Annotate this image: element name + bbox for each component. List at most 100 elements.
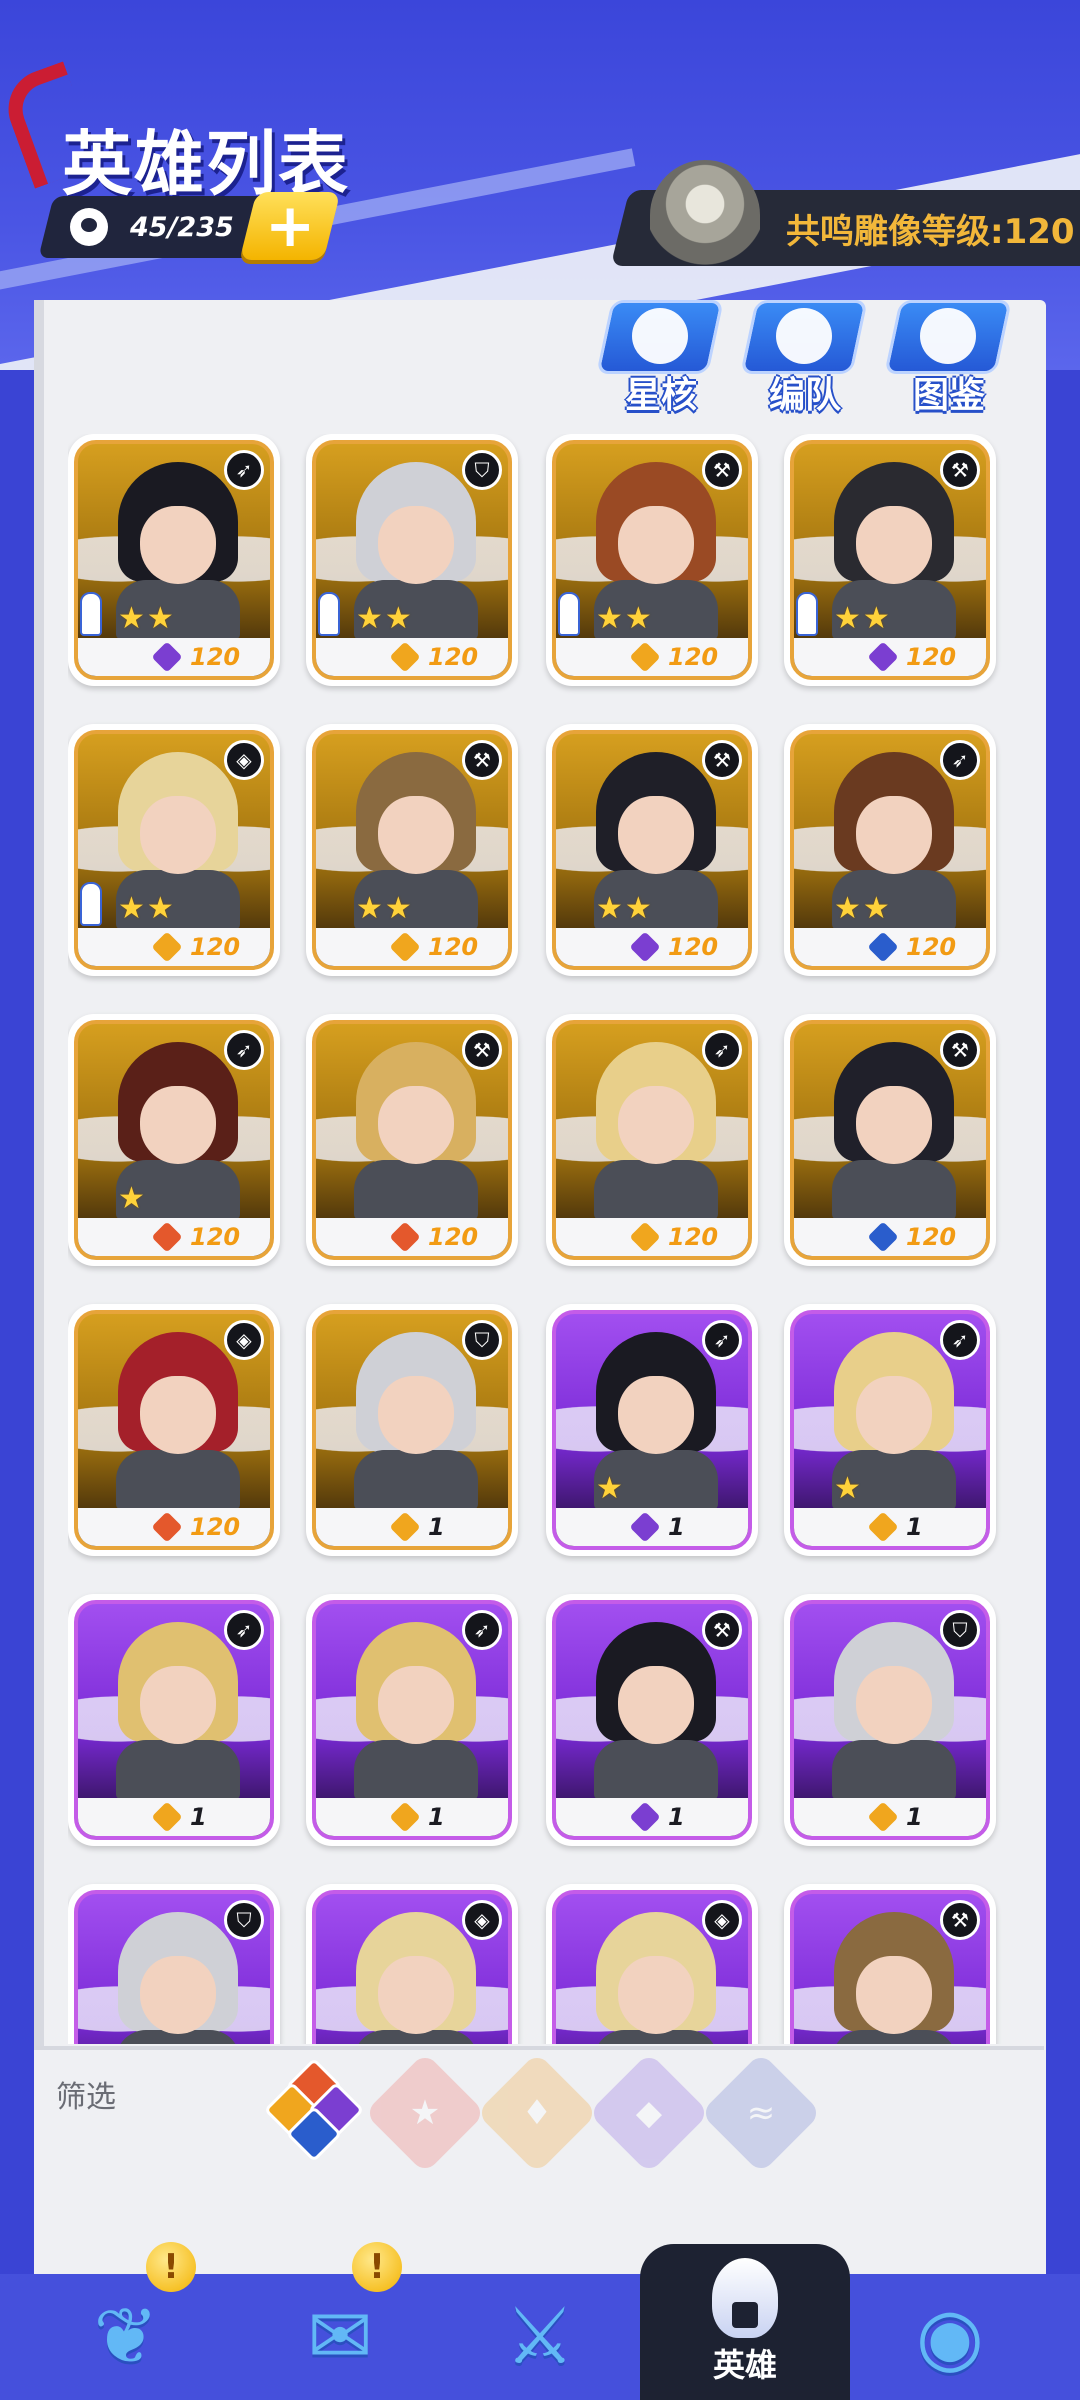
hero-card[interactable]: ➶ ★ ★ 120 — [784, 724, 996, 976]
nav-stone[interactable]: ◉ — [860, 2274, 1040, 2400]
hero-stars: ★ ★ — [356, 894, 412, 924]
hero-card[interactable]: ➶ ★ 1 — [546, 1304, 758, 1556]
helmet-icon — [712, 2258, 778, 2338]
hero-portrait-frame: ⚒ ★ ★ 120 — [552, 730, 752, 970]
hero-level: 1 — [906, 1803, 923, 1831]
statue-icon[interactable] — [650, 160, 760, 270]
hero-card[interactable]: ⚒ ★ ★ 120 — [306, 724, 518, 976]
hero-face — [140, 796, 216, 874]
hero-armor — [354, 1160, 478, 1220]
gold-element-icon — [151, 931, 183, 963]
star-core-button[interactable]: 星核 — [596, 300, 726, 416]
nav-battle[interactable]: ⚔ — [450, 2274, 630, 2400]
team-button[interactable]: 编队 — [740, 300, 870, 416]
hero-portrait-frame: ⚒ 120 — [312, 1020, 512, 1260]
bow-icon: ➶ — [224, 1610, 264, 1650]
hero-level: 120 — [428, 643, 479, 671]
hero-level-row: 120 — [316, 928, 508, 966]
scroll-icon: ✉ — [307, 2292, 373, 2382]
swords-icon: ⚔ — [505, 2292, 575, 2382]
expand-capacity-button[interactable]: + — [239, 191, 341, 261]
hero-card[interactable]: ◈ ★ ★ 120 — [68, 724, 280, 976]
hero-level: 120 — [190, 1513, 241, 1541]
hero-card[interactable]: ➶ 1 — [306, 1594, 518, 1846]
hero-stars: ★ — [834, 1474, 861, 1504]
hero-stars: ★ ★ — [834, 604, 890, 634]
bottom-nav: ❦ ✉ ⚔ ◉ — [0, 2274, 1080, 2400]
gold-element-icon — [867, 1511, 899, 1543]
hero-card[interactable]: ➶ 120 — [546, 1014, 758, 1266]
hero-level: 1 — [428, 1513, 445, 1541]
hero-card[interactable]: ➶ ★ 1 — [784, 1304, 996, 1556]
hero-card[interactable]: ⚒ ★ ★ 120 — [546, 724, 758, 976]
hero-level: 120 — [906, 933, 957, 961]
shield-icon: ⛉ — [462, 1320, 502, 1360]
hero-level-row: 120 — [794, 928, 986, 966]
hero-card[interactable]: ⚒ — [784, 1884, 996, 2044]
red-element-icon — [151, 1511, 183, 1543]
star-icon: ★ — [384, 891, 412, 926]
hero-portrait-frame: ⛉ ★ ★ 120 — [312, 440, 512, 680]
hero-card[interactable]: ◈ — [546, 1884, 758, 2044]
hero-card[interactable]: ⚒ ★ ★ 120 — [784, 434, 996, 686]
hero-card[interactable]: ➶ ★ 120 — [68, 1014, 280, 1266]
book-icon — [920, 308, 976, 364]
bow-icon: ➶ — [702, 1320, 742, 1360]
hero-face — [140, 506, 216, 584]
hero-card[interactable]: ⛉ 1 — [784, 1594, 996, 1846]
bow-icon: ➶ — [462, 1610, 502, 1650]
hero-card[interactable]: ◈ 120 — [68, 1304, 280, 1556]
hero-face — [618, 1666, 694, 1744]
hero-card[interactable]: ⛉ ★ ★ 120 — [306, 434, 518, 686]
axe-icon: ⚒ — [940, 450, 980, 490]
hero-card[interactable]: ⚒ 120 — [306, 1014, 518, 1266]
filter-all-elements[interactable] — [263, 2057, 365, 2163]
star-icon: ★ — [624, 891, 652, 926]
hero-level: 120 — [668, 643, 719, 671]
hero-portrait-frame: ➶ ★ ★ 120 — [790, 730, 990, 970]
hero-portrait — [824, 1042, 964, 1220]
hero-level-row: 120 — [78, 928, 270, 966]
hero-level-row: 120 — [316, 1218, 508, 1256]
star-icon: ★ — [384, 601, 412, 636]
hero-card[interactable]: ⛉ — [68, 1884, 280, 2044]
hero-level-row: 1 — [794, 1798, 986, 1836]
gold-element-icon — [389, 641, 421, 673]
hero-level: 1 — [668, 1803, 685, 1831]
hero-card[interactable]: ➶ 1 — [68, 1594, 280, 1846]
nav-quests[interactable]: ✉ — [250, 2274, 430, 2400]
hero-portrait-frame: ➶ ★ 120 — [74, 1020, 274, 1260]
hero-card[interactable]: ⛉ 1 — [306, 1304, 518, 1556]
hero-face — [378, 1666, 454, 1744]
hero-level: 1 — [906, 1513, 923, 1541]
red-element-icon — [151, 1221, 183, 1253]
person-icon — [318, 592, 340, 636]
star-icon: ★ — [118, 601, 145, 636]
hero-level: 120 — [906, 1223, 957, 1251]
hero-level: 120 — [190, 933, 241, 961]
hero-card[interactable]: ⚒ ★ ★ 120 — [546, 434, 758, 686]
star-core-label: 星核 — [624, 375, 697, 416]
magic-icon: ◈ — [224, 740, 264, 780]
hero-level-row: 1 — [78, 1798, 270, 1836]
codex-button[interactable]: 图鉴 — [884, 300, 1014, 416]
nav-heroes[interactable]: 英雄 — [640, 2244, 850, 2400]
hero-level: 120 — [668, 933, 719, 961]
hero-face — [378, 796, 454, 874]
nav-guild[interactable]: ❦ — [36, 2274, 216, 2400]
hero-portrait-frame: ◈ — [312, 1890, 512, 2044]
hero-card[interactable]: ⚒ 1 — [546, 1594, 758, 1846]
star-icon: ★ — [596, 601, 623, 636]
hero-portrait — [346, 1332, 486, 1510]
hero-card[interactable]: ➶ ★ ★ 120 — [68, 434, 280, 686]
hero-face — [140, 1956, 216, 2034]
hero-card[interactable]: ⚒ 120 — [784, 1014, 996, 1266]
purple-element-icon — [629, 1801, 661, 1833]
hero-face — [140, 1666, 216, 1744]
hero-portrait — [108, 1622, 248, 1800]
hero-level-row: 120 — [78, 1218, 270, 1256]
hero-card[interactable]: ◈ — [306, 1884, 518, 2044]
star-icon: ★ — [118, 1181, 145, 1216]
blue-element-icon — [867, 1221, 899, 1253]
purple-element-icon — [629, 931, 661, 963]
